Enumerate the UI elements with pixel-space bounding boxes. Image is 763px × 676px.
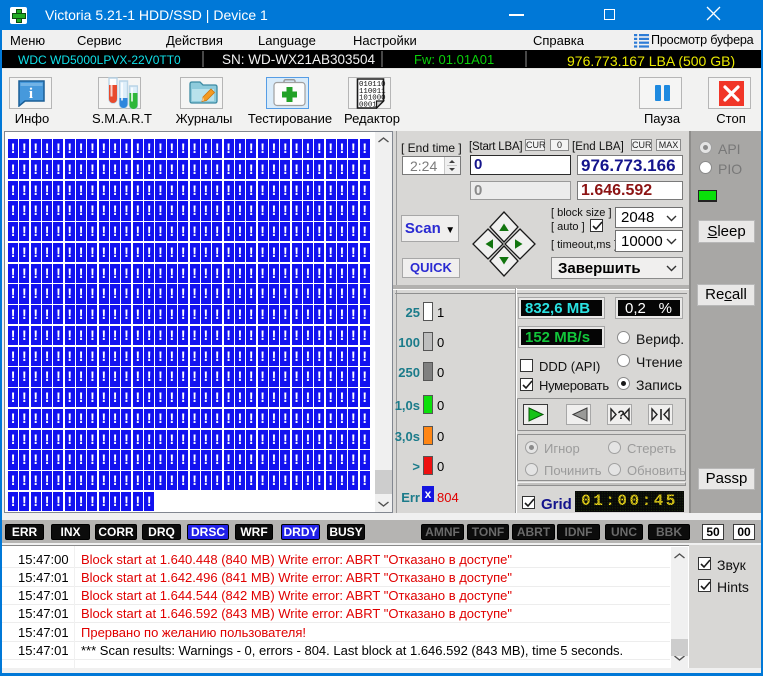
svg-text:0001: 0001: [359, 101, 377, 109]
svg-text:i: i: [29, 86, 33, 102]
